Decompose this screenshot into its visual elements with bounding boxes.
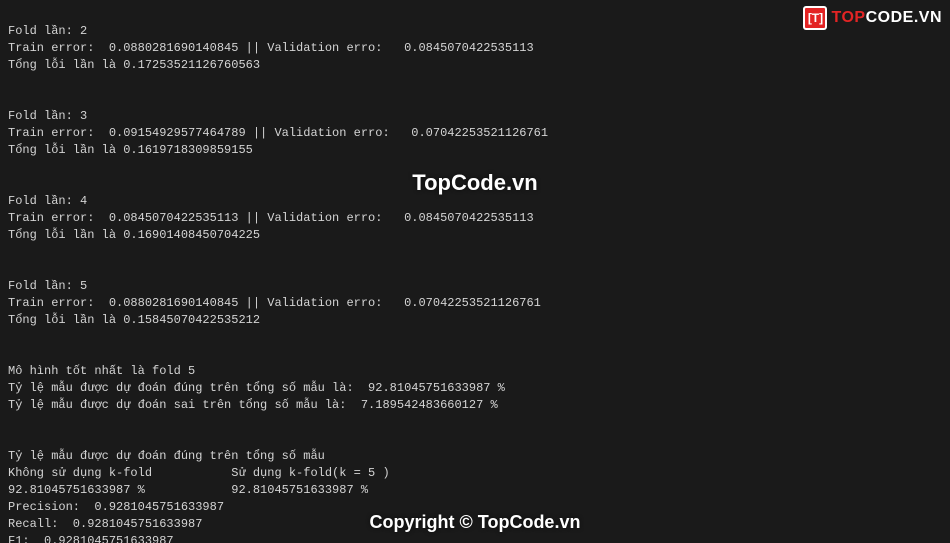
- output-line: Fold lần: 3: [8, 109, 87, 123]
- output-line: Fold lần: 5: [8, 279, 87, 293]
- output-line: Tổng lỗi lần là 0.16901408450704225: [8, 228, 260, 242]
- output-line: Precision: 0.9281045751633987: [8, 500, 224, 514]
- output-line: F1: 0.9281045751633987: [8, 534, 174, 543]
- output-line: Tỷ lệ mẫu được dự đoán đúng trên tổng số…: [8, 449, 325, 463]
- output-line: Tổng lỗi lần là 0.1619718309859155: [8, 143, 253, 157]
- output-line: Tỷ lệ mẫu được dự đoán đúng trên tổng số…: [8, 381, 505, 395]
- output-line: Train error: 0.0845070422535113 || Valid…: [8, 211, 534, 225]
- output-line: Fold lần: 2: [8, 24, 87, 38]
- output-line: Không sử dụng k-fold Sử dụng k-fold(k = …: [8, 466, 390, 480]
- output-line: 92.81045751633987 % 92.81045751633987 %: [8, 483, 368, 497]
- output-line: Tổng lỗi lần là 0.15845070422535212: [8, 313, 260, 327]
- output-line: Fold lần: 4: [8, 194, 87, 208]
- output-line: Tỷ lệ mẫu được dự đoán sai trên tổng số …: [8, 398, 498, 412]
- terminal-output[interactable]: Fold lần: 2 Train error: 0.0880281690140…: [0, 0, 950, 543]
- output-line: Train error: 0.0880281690140845 || Valid…: [8, 296, 541, 310]
- output-line: Train error: 0.0880281690140845 || Valid…: [8, 41, 534, 55]
- output-line: Mô hình tốt nhất là fold 5: [8, 364, 195, 378]
- output-line: Recall: 0.9281045751633987: [8, 517, 202, 531]
- output-line: Train error: 0.09154929577464789 || Vali…: [8, 126, 548, 140]
- output-line: Tổng lỗi lần là 0.17253521126760563: [8, 58, 260, 72]
